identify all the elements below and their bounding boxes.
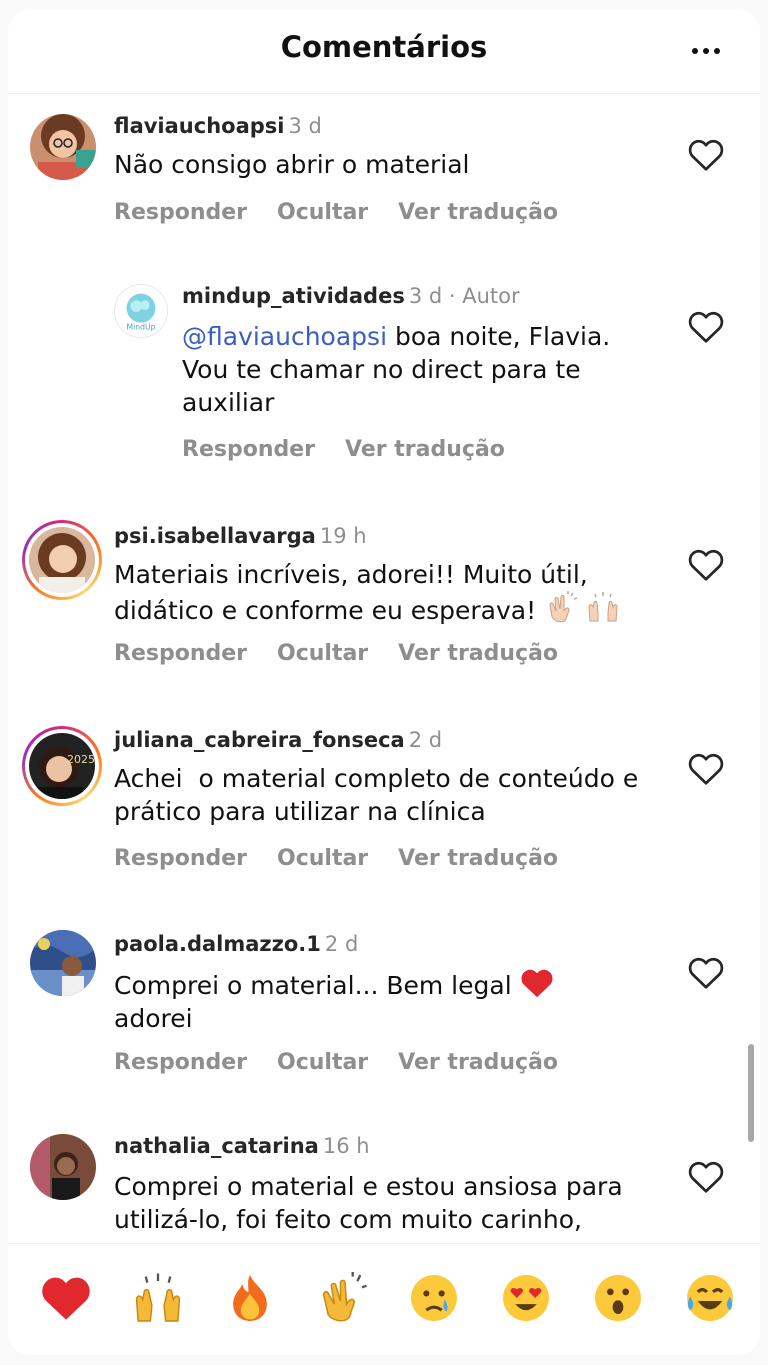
comment-meta: paola.dalmazzo.1 2 d	[114, 932, 358, 956]
like-heart-icon[interactable]	[688, 138, 724, 172]
reply-button[interactable]: Responder	[182, 437, 315, 462]
avatar-badge-text: 2025	[67, 753, 95, 766]
username[interactable]: flaviauchoapsi	[114, 114, 284, 138]
heart-eyes-face-emoji-icon[interactable]	[500, 1272, 552, 1324]
surprised-face-emoji-icon[interactable]	[592, 1272, 644, 1324]
story-ring[interactable]: 2025	[22, 726, 102, 806]
comment-text-body: Materiais incríveis, adorei!! Muito útil…	[114, 560, 588, 625]
timestamp: 2 d	[324, 932, 359, 956]
see-translation-button[interactable]: Ver tradução	[398, 846, 558, 871]
reply-button[interactable]: Responder	[114, 846, 247, 871]
comment-text: Não consigo abrir o material	[114, 150, 470, 179]
timestamp: 3 d	[288, 114, 322, 138]
comment-actions: Responder Ocultar Ver tradução	[114, 200, 588, 225]
reply-button[interactable]: Responder	[114, 200, 247, 225]
comment-text: Comprei o material e estou ansiosa para …	[114, 1172, 623, 1234]
hide-button[interactable]: Ocultar	[277, 1050, 368, 1075]
comment-meta: mindup_atividades 3 d · Autor	[182, 284, 520, 308]
comment-meta: flaviauchoapsi 3 d	[114, 114, 322, 138]
emoji-reaction-bar	[8, 1243, 760, 1355]
timestamp: 2 d	[408, 728, 443, 752]
timestamp: 19 h	[319, 524, 367, 548]
crying-face-emoji-icon[interactable]	[408, 1272, 460, 1324]
avatar[interactable]: MindUp	[114, 284, 168, 338]
user-mention[interactable]: @flaviauchoapsi	[182, 322, 387, 351]
clapping-hands-emoji-icon[interactable]	[316, 1272, 368, 1324]
fire-emoji-icon[interactable]	[224, 1272, 276, 1324]
username[interactable]: psi.isabellavarga	[114, 524, 316, 548]
comments-sheet: Comentários flaviauchoapsi 3 d Não consig…	[8, 10, 760, 1355]
comment-actions: Responder Ocultar Ver tradução	[114, 641, 588, 666]
like-heart-icon[interactable]	[688, 956, 724, 990]
comment-actions: Responder Ocultar Ver tradução	[114, 1050, 588, 1075]
see-translation-button[interactable]: Ver tradução	[398, 1050, 558, 1075]
red-heart-icon	[521, 969, 553, 998]
comment-meta: nathalia_catarina 16 h	[114, 1134, 370, 1158]
like-heart-icon[interactable]	[688, 548, 724, 582]
scrollbar[interactable]	[748, 1044, 754, 1142]
reply-button[interactable]: Responder	[114, 641, 247, 666]
timestamp: 16 h	[322, 1134, 370, 1158]
clapping-hands-icon	[549, 591, 578, 623]
timestamp: 3 d · Autor	[408, 284, 520, 308]
comments-header: Comentários	[8, 10, 760, 94]
raising-hands-icon	[588, 592, 618, 622]
hide-button[interactable]: Ocultar	[277, 641, 368, 666]
comment-meta: juliana_cabreira_fonseca 2 d	[114, 728, 442, 752]
avatar[interactable]: 2025	[29, 733, 95, 799]
like-heart-icon[interactable]	[688, 752, 724, 786]
like-heart-icon[interactable]	[688, 310, 724, 344]
comment-text: @flaviauchoapsi boa noite, Flavia. Vou t…	[182, 320, 642, 419]
comment-actions: Responder Ver tradução	[182, 437, 535, 462]
avatar[interactable]	[30, 114, 96, 180]
comment-text: Materiais incríveis, adorei!! Muito útil…	[114, 558, 654, 627]
page-title: Comentários	[280, 30, 488, 64]
comment-actions: Responder Ocultar Ver tradução	[114, 846, 588, 871]
heart-emoji-icon[interactable]	[40, 1272, 92, 1324]
hide-button[interactable]: Ocultar	[277, 846, 368, 871]
reply-button[interactable]: Responder	[114, 1050, 247, 1075]
comment-text: Comprei o material... Bem legal adorei	[114, 966, 654, 1035]
comment-text-body-line2: adorei	[114, 1004, 193, 1033]
username[interactable]: paola.dalmazzo.1	[114, 932, 321, 956]
hide-button[interactable]: Ocultar	[277, 200, 368, 225]
comment-meta: psi.isabellavarga 19 h	[114, 524, 367, 548]
see-translation-button[interactable]: Ver tradução	[398, 200, 558, 225]
comment-text: Achei o material completo de conteúdo e …	[114, 764, 647, 826]
avatar[interactable]	[30, 930, 96, 996]
like-heart-icon[interactable]	[688, 1160, 724, 1194]
tears-of-joy-face-emoji-icon[interactable]	[684, 1272, 736, 1324]
story-ring[interactable]	[22, 520, 102, 600]
username[interactable]: nathalia_catarina	[114, 1134, 319, 1158]
avatar[interactable]	[30, 1134, 96, 1200]
mindup-logo-text: MindUp	[126, 322, 155, 331]
username[interactable]: mindup_atividades	[182, 284, 405, 308]
see-translation-button[interactable]: Ver tradução	[398, 641, 558, 666]
see-translation-button[interactable]: Ver tradução	[345, 437, 505, 462]
raising-hands-emoji-icon[interactable]	[132, 1272, 184, 1324]
comment-text-body: Comprei o material... Bem legal	[114, 971, 512, 1000]
avatar[interactable]	[29, 527, 95, 593]
username[interactable]: juliana_cabreira_fonseca	[114, 728, 405, 752]
more-options-icon[interactable]	[686, 36, 726, 66]
